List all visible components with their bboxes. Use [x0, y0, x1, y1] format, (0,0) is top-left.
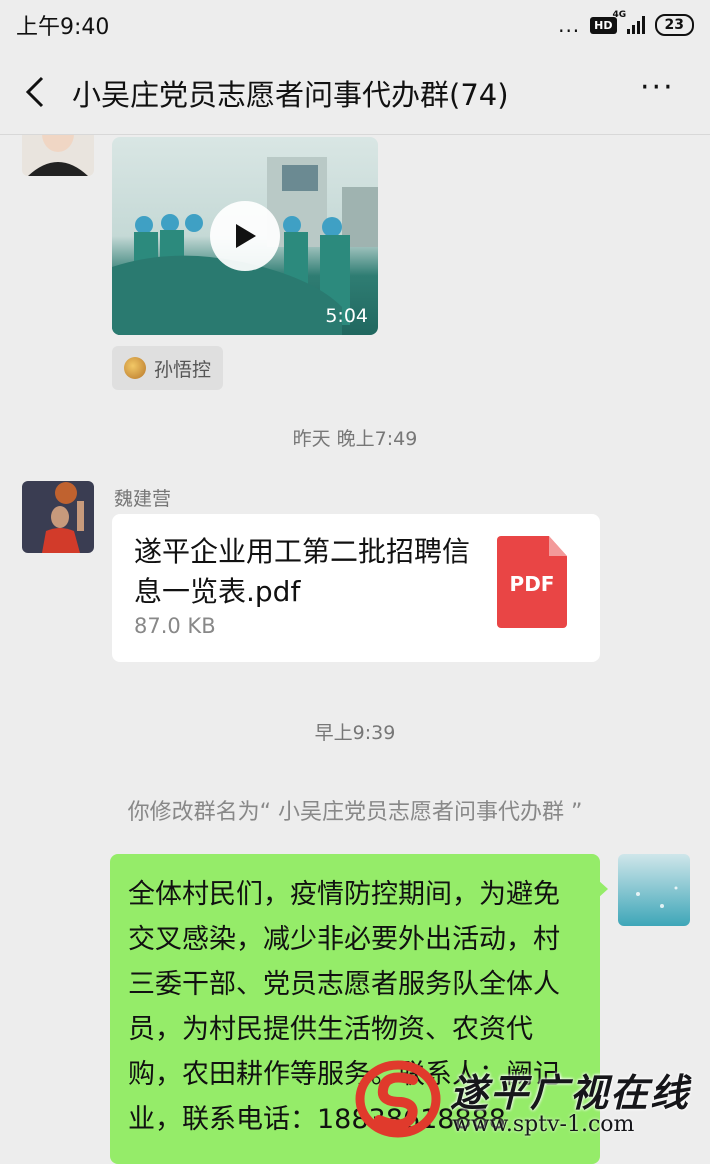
signal-icon: 4G	[613, 10, 645, 34]
status-icons: ... HD 4G 23	[558, 10, 694, 37]
timestamp: 昨天 晚上7:49	[292, 428, 418, 450]
status-bar: 上午9:40 ... HD 4G 23	[0, 0, 710, 50]
station-url: www.sptv-1.com	[452, 1112, 635, 1137]
chat-title: 小吴庄党员志愿者问事代办群(74)	[72, 78, 509, 112]
play-button[interactable]	[210, 201, 280, 271]
reaction-name: 孙悟控	[154, 358, 212, 381]
back-icon[interactable]	[24, 75, 46, 113]
file-name: 遂平企业用工第二批招聘信息一览表.pdf	[134, 535, 471, 608]
network-type: 4G	[612, 10, 627, 20]
system-message: 你修改群名为“ 小吴庄党员志愿者问事代办群 ”	[127, 800, 583, 825]
bubble-tail	[598, 880, 608, 898]
header-mask: 小吴庄党员志愿者问事代办群(74) ···	[0, 50, 710, 135]
clock: 上午9:40	[16, 15, 110, 40]
video-duration: 5:04	[325, 305, 368, 327]
pdf-label: PDF	[509, 572, 555, 596]
pdf-fold	[549, 536, 567, 556]
file-size: 87.0 KB	[134, 614, 216, 638]
avatar[interactable]	[618, 854, 690, 926]
station-logo-icon	[355, 1060, 441, 1138]
sender-name: 魏建营	[114, 488, 172, 510]
reaction-avatar-icon	[124, 357, 146, 379]
file-message[interactable]: 遂平企业用工第二批招聘信息一览表.pdf 87.0 KB PDF	[112, 514, 600, 662]
station-watermark: 遂平广视在线	[450, 1070, 691, 1115]
video-message[interactable]: 5:04	[112, 137, 378, 335]
more-options-icon[interactable]: ···	[640, 70, 675, 105]
battery-icon: 23	[654, 14, 694, 36]
notification-dots-icon: ...	[558, 13, 581, 37]
avatar[interactable]	[22, 481, 94, 553]
timestamp: 早上9:39	[314, 722, 396, 744]
reaction-chip[interactable]: 孙悟控	[112, 346, 224, 390]
